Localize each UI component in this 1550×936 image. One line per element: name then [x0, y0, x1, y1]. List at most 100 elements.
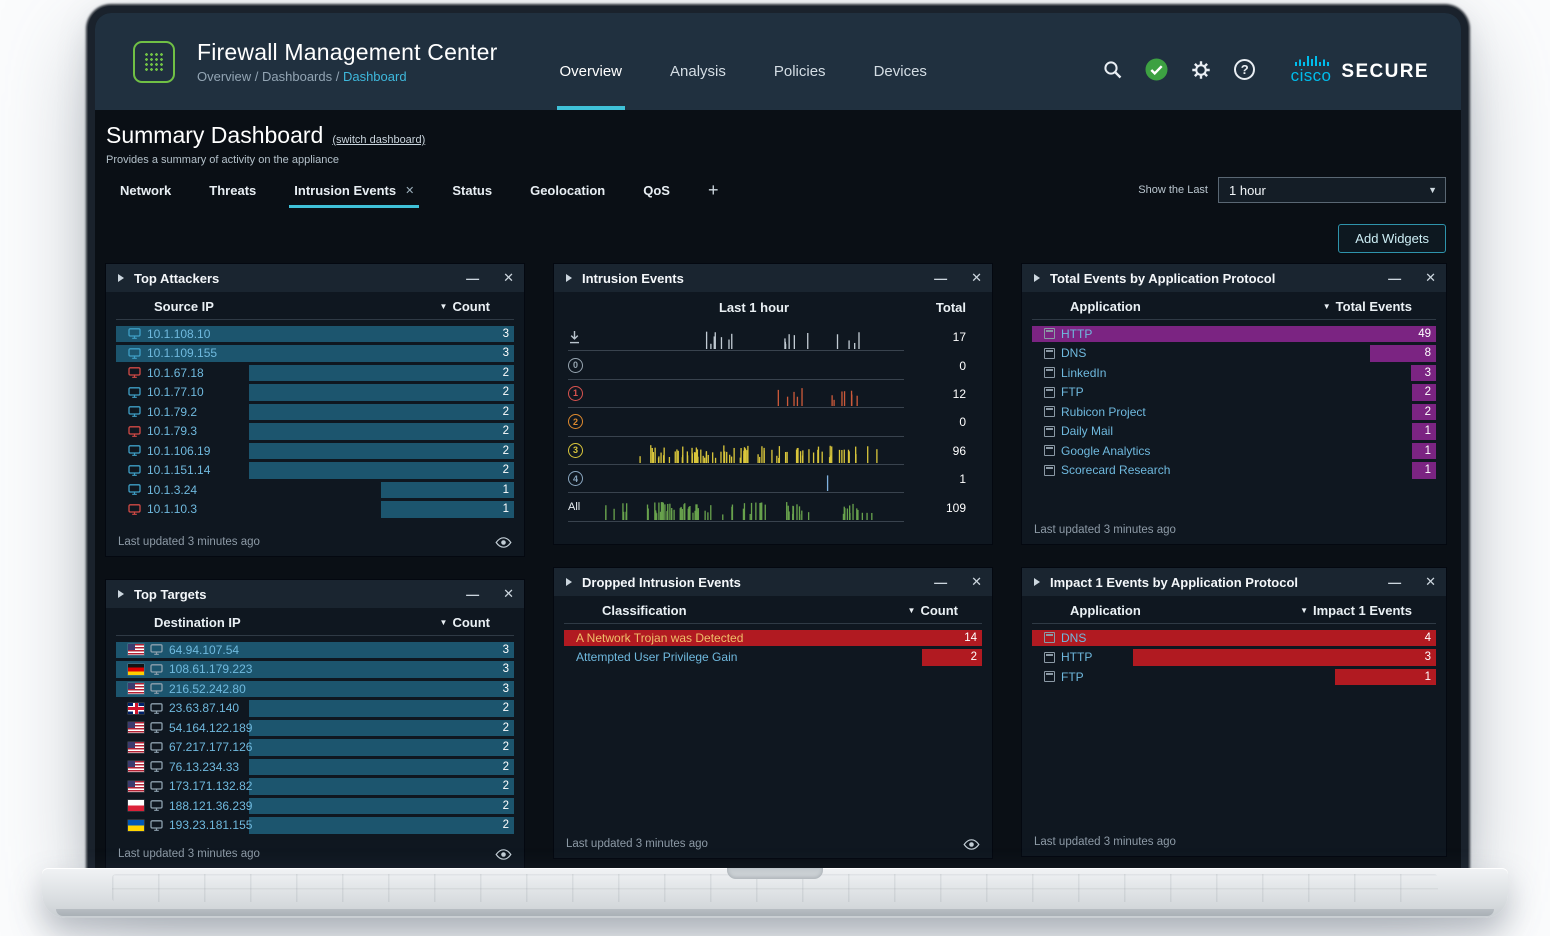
row-link[interactable]: 10.1.3.24 — [147, 483, 197, 497]
breadcrumb-path[interactable]: Overview / Dashboards / — [197, 69, 343, 84]
row-link[interactable]: HTTP — [1061, 650, 1092, 664]
collapse-caret-icon[interactable] — [1034, 578, 1040, 586]
nav-item-policies[interactable]: Policies — [774, 33, 826, 110]
row-link[interactable]: 188.121.36.239 — [169, 799, 252, 813]
minimize-widget-icon[interactable]: — — [466, 587, 479, 602]
row-link[interactable]: 10.1.77.10 — [147, 385, 204, 399]
row-link[interactable]: 10.1.108.10 — [147, 327, 210, 341]
host-icon — [128, 484, 141, 495]
widget-footer: Last updated 3 minutes ago — [106, 842, 524, 868]
row-link[interactable]: 64.94.107.54 — [169, 643, 239, 657]
row-link[interactable]: 10.1.109.155 — [147, 346, 217, 360]
add-tab-button[interactable]: + — [708, 180, 719, 201]
row-link[interactable]: Daily Mail — [1061, 424, 1113, 438]
row-link[interactable]: 10.1.67.18 — [147, 366, 204, 380]
widget-footer: Last updated 3 minutes ago — [1022, 518, 1446, 544]
search-icon[interactable] — [1101, 58, 1125, 82]
sev-4-icon: 4 — [568, 471, 604, 486]
row-link[interactable]: LinkedIn — [1061, 366, 1106, 380]
column-header[interactable]: Application — [1070, 603, 1141, 618]
column-header-sorted[interactable]: ▼Total Events — [1323, 299, 1412, 314]
row-link[interactable]: 10.1.106.19 — [147, 444, 210, 458]
column-header-sorted[interactable]: ▼Count — [908, 603, 958, 618]
close-widget-icon[interactable]: ✕ — [1425, 574, 1436, 590]
total-column-label[interactable]: Total — [904, 300, 978, 315]
row-label: 10.1.106.19 — [116, 444, 210, 458]
tab-network[interactable]: Network — [120, 168, 171, 212]
row-label: Attempted User Privilege Gain — [564, 650, 737, 664]
collapse-caret-icon[interactable] — [566, 578, 572, 586]
row-link[interactable]: 216.52.242.80 — [169, 682, 246, 696]
tab-intrusion-events[interactable]: Intrusion Events✕ — [294, 168, 414, 212]
collapse-caret-icon[interactable] — [118, 274, 124, 282]
row-link[interactable]: 10.1.10.3 — [147, 502, 197, 516]
row-link[interactable]: 173.171.132.82 — [169, 779, 252, 793]
minimize-widget-icon[interactable]: — — [466, 271, 479, 286]
row-link[interactable]: 10.1.79.3 — [147, 424, 197, 438]
laptop-notch — [727, 868, 823, 879]
row-link[interactable]: Google Analytics — [1061, 444, 1150, 458]
eye-icon[interactable] — [963, 839, 980, 850]
breadcrumb-current: Dashboard — [343, 69, 407, 84]
widget-rows: 64.94.107.543108.61.179.2233216.52.242.8… — [106, 636, 524, 835]
eye-icon[interactable] — [495, 849, 512, 860]
close-widget-icon[interactable]: ✕ — [971, 574, 982, 590]
row-count: 2 — [503, 406, 509, 418]
nav-item-analysis[interactable]: Analysis — [670, 33, 726, 110]
value-bar — [381, 501, 514, 518]
column-header[interactable]: Classification — [602, 603, 687, 618]
table-row: 54.164.122.1892 — [116, 718, 514, 738]
row-link[interactable]: 10.1.79.2 — [147, 405, 197, 419]
column-header-sorted[interactable]: ▼Impact 1 Events — [1300, 603, 1412, 618]
health-status-icon[interactable] — [1145, 58, 1169, 82]
row-link[interactable]: 67.217.177.126 — [169, 740, 252, 754]
collapse-caret-icon[interactable] — [1034, 274, 1040, 282]
add-widgets-button[interactable]: Add Widgets — [1338, 224, 1446, 253]
tab-threats[interactable]: Threats — [209, 168, 256, 212]
time-range-dropdown[interactable]: 1 hour ▼ — [1218, 177, 1446, 203]
column-header-sorted[interactable]: ▼Count — [440, 299, 490, 314]
close-widget-icon[interactable]: ✕ — [503, 270, 514, 286]
row-link[interactable]: FTP — [1061, 385, 1084, 399]
nav-item-devices[interactable]: Devices — [874, 33, 927, 110]
close-widget-icon[interactable]: ✕ — [971, 270, 982, 286]
row-link[interactable]: 108.61.179.223 — [169, 662, 252, 676]
minimize-widget-icon[interactable]: — — [934, 575, 947, 590]
row-link[interactable]: 54.164.122.189 — [169, 721, 252, 735]
row-link[interactable]: 76.13.234.33 — [169, 760, 239, 774]
collapse-caret-icon[interactable] — [118, 590, 124, 598]
row-link[interactable]: DNS — [1061, 346, 1086, 360]
column-header[interactable]: Application — [1070, 299, 1141, 314]
eye-icon[interactable] — [495, 537, 512, 548]
close-tab-icon[interactable]: ✕ — [405, 184, 414, 197]
row-link[interactable]: A Network Trojan was Detected — [576, 631, 743, 645]
collapse-caret-icon[interactable] — [566, 274, 572, 282]
tab-geolocation[interactable]: Geolocation — [530, 168, 605, 212]
column-header[interactable]: Source IP — [154, 299, 214, 314]
row-link[interactable]: HTTP — [1061, 327, 1092, 341]
nav-item-overview[interactable]: Overview — [560, 33, 623, 110]
widget-top-targets: Top Targets — ✕ Destination IP ▼Count 64… — [106, 580, 524, 868]
close-widget-icon[interactable]: ✕ — [503, 586, 514, 602]
column-header[interactable]: Destination IP — [154, 615, 241, 630]
gear-icon[interactable] — [1189, 58, 1213, 82]
row-link[interactable]: 23.63.87.140 — [169, 701, 239, 715]
column-header-sorted[interactable]: ▼Count — [440, 615, 490, 630]
switch-dashboard-link[interactable]: (switch dashboard) — [332, 134, 425, 146]
row-link[interactable]: 193.23.181.155 — [169, 818, 252, 832]
row-link[interactable]: Rubicon Project — [1061, 405, 1146, 419]
value-bar — [381, 482, 514, 499]
table-row: 67.217.177.1262 — [116, 738, 514, 758]
row-link[interactable]: FTP — [1061, 670, 1084, 684]
tab-status[interactable]: Status — [452, 168, 492, 212]
row-link[interactable]: DNS — [1061, 631, 1086, 645]
row-link[interactable]: Attempted User Privilege Gain — [576, 650, 737, 664]
minimize-widget-icon[interactable]: — — [1388, 271, 1401, 286]
row-link[interactable]: 10.1.151.14 — [147, 463, 210, 477]
row-link[interactable]: Scorecard Research — [1061, 463, 1170, 477]
help-icon[interactable]: ? — [1233, 58, 1257, 82]
minimize-widget-icon[interactable]: — — [934, 271, 947, 286]
minimize-widget-icon[interactable]: — — [1388, 575, 1401, 590]
tab-qos[interactable]: QoS — [643, 168, 670, 212]
close-widget-icon[interactable]: ✕ — [1425, 270, 1436, 286]
